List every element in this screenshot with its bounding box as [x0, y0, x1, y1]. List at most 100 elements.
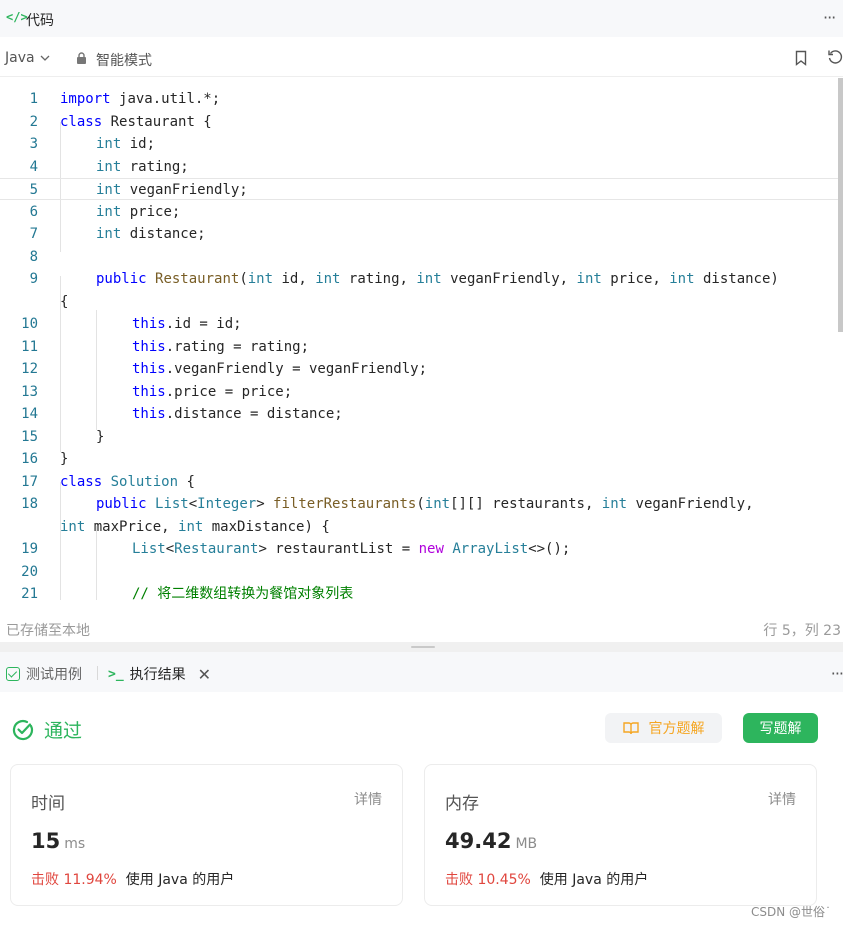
- code-tab-label[interactable]: 代码: [26, 10, 54, 30]
- editor-toolbar: Java 智能模式: [0, 40, 843, 77]
- check-circle-icon: [12, 719, 34, 740]
- code-token: .id = id;: [165, 316, 242, 332]
- result-tabs: 测试用例 >_ 执行结果 ✕: [0, 652, 843, 692]
- bookmark-icon[interactable]: [795, 50, 807, 66]
- memory-title: 内存: [445, 794, 479, 814]
- code-token: {: [178, 473, 195, 490]
- code-token: rating;: [121, 158, 189, 175]
- official-solution-button[interactable]: 官方题解: [605, 713, 722, 743]
- code-token: <: [165, 541, 175, 557]
- code-line[interactable]: 9 public Restaurant(int id, int rating, i…: [0, 268, 843, 290]
- code-token: int: [601, 496, 628, 512]
- code-line[interactable]: 5 int veganFriendly;: [0, 178, 843, 200]
- code-line[interactable]: 13 this.price = price;: [0, 381, 843, 403]
- code-token: List: [155, 496, 189, 512]
- code-line[interactable]: 8: [0, 246, 843, 268]
- code-text: class Solution {: [60, 471, 195, 493]
- code-line[interactable]: 20: [0, 561, 843, 583]
- line-number: 5: [29, 182, 38, 198]
- more-options-icon[interactable]: ···: [831, 664, 843, 683]
- time-beat-text: 使用 Java 的用户: [125, 872, 235, 888]
- smart-mode-label[interactable]: 智能模式: [96, 50, 152, 70]
- code-token: (: [239, 271, 248, 287]
- code-line[interactable]: 6 int price;: [0, 201, 843, 223]
- code-text: this.distance = distance;: [132, 403, 343, 425]
- code-line[interactable]: 19 List<Restaurant> restaurantList = new …: [0, 538, 843, 560]
- code-token: rating,: [340, 271, 417, 287]
- drag-handle[interactable]: [411, 646, 435, 648]
- code-token: id;: [121, 136, 156, 152]
- code-text: this.price = price;: [132, 381, 292, 403]
- code-line[interactable]: 11 this.rating = rating;: [0, 336, 843, 358]
- code-token: int: [96, 136, 122, 152]
- code-token: {: [60, 293, 69, 310]
- line-number: 7: [29, 226, 38, 242]
- reset-icon[interactable]: [827, 49, 843, 65]
- line-number: 1: [29, 91, 38, 107]
- code-line[interactable]: 4 int rating;: [0, 156, 843, 178]
- code-line[interactable]: 10 this.id = id;: [0, 313, 843, 335]
- code-text: import java.util.*;: [60, 88, 220, 110]
- code-token: filterRestaurants: [273, 496, 417, 512]
- code-line[interactable]: 21 // 将二维数组转换为餐馆对象列表: [0, 583, 843, 600]
- code-text: class Restaurant {: [60, 111, 212, 133]
- code-token: .rating = rating;: [165, 338, 310, 355]
- time-detail-link[interactable]: 详情: [354, 789, 382, 809]
- code-token: }: [96, 428, 105, 445]
- code-token: int: [96, 226, 122, 242]
- editor-scrollbar[interactable]: [838, 78, 843, 332]
- code-line[interactable]: int maxPrice, int maxDistance) {: [0, 516, 843, 538]
- code-text: }: [60, 448, 68, 470]
- tab-separator: [97, 666, 98, 680]
- code-line[interactable]: 15}: [0, 426, 843, 448]
- code-line[interactable]: 7 int distance;: [0, 223, 843, 245]
- time-beat-pct: 击败 11.94%: [31, 872, 117, 888]
- tab-run-result[interactable]: >_ 执行结果 ✕: [108, 664, 211, 684]
- code-line[interactable]: 3 int id;: [0, 133, 843, 155]
- code-line[interactable]: 2 class Restaurant {: [0, 111, 843, 133]
- code-token: <: [188, 496, 198, 512]
- close-icon[interactable]: ✕: [198, 665, 211, 684]
- code-line[interactable]: 12 this.veganFriendly = veganFriendly;: [0, 358, 843, 380]
- more-options-icon[interactable]: ···: [823, 8, 843, 27]
- code-token: this: [132, 338, 166, 355]
- code-line[interactable]: 14 this.distance = distance;: [0, 403, 843, 425]
- code-token: int: [315, 271, 341, 287]
- write-solution-button[interactable]: 写题解: [743, 713, 818, 743]
- cursor-position: 行 5，列 23: [763, 623, 841, 639]
- code-token: public: [96, 496, 147, 512]
- code-token: .veganFriendly = veganFriendly;: [165, 361, 428, 377]
- code-token: .distance = distance;: [165, 406, 343, 422]
- language-select[interactable]: Java: [5, 50, 50, 66]
- code-text: int price;: [96, 201, 180, 223]
- tab-test-cases[interactable]: 测试用例: [6, 664, 82, 684]
- code-token: Restaurant: [155, 271, 240, 287]
- line-number: 20: [21, 563, 38, 580]
- code-text: int rating;: [96, 156, 189, 178]
- line-number: 9: [29, 271, 38, 287]
- code-text: }: [96, 426, 104, 448]
- code-token: this: [132, 361, 166, 377]
- tab-run-result-label: 执行结果: [129, 667, 186, 683]
- code-line[interactable]: {: [0, 291, 843, 313]
- code-text: int id;: [96, 133, 155, 155]
- terminal-icon: >_: [108, 666, 124, 682]
- code-line[interactable]: 16}: [0, 448, 843, 470]
- code-line[interactable]: 18 public List<Integer> filterRestaurants…: [0, 493, 843, 515]
- code-text: {: [60, 291, 68, 313]
- code-line[interactable]: 1 import java.util.*;: [0, 88, 843, 110]
- memory-detail-link[interactable]: 详情: [768, 789, 796, 809]
- code-line[interactable]: 17 class Solution {: [0, 471, 843, 493]
- line-number: 19: [21, 541, 38, 557]
- saved-status: 已存储至本地: [6, 623, 90, 639]
- book-icon: [622, 722, 639, 735]
- line-number: 16: [21, 451, 38, 467]
- tab-test-cases-label: 测试用例: [26, 667, 82, 683]
- code-area[interactable]: 1 import java.util.*; 2 class Restaurant {3…: [0, 78, 843, 600]
- line-number: 18: [21, 496, 38, 512]
- line-number: 2: [29, 113, 38, 130]
- line-number: 14: [21, 406, 38, 422]
- code-token: (: [416, 496, 425, 512]
- code-text: int distance;: [96, 223, 206, 245]
- line-number: 12: [21, 361, 38, 377]
